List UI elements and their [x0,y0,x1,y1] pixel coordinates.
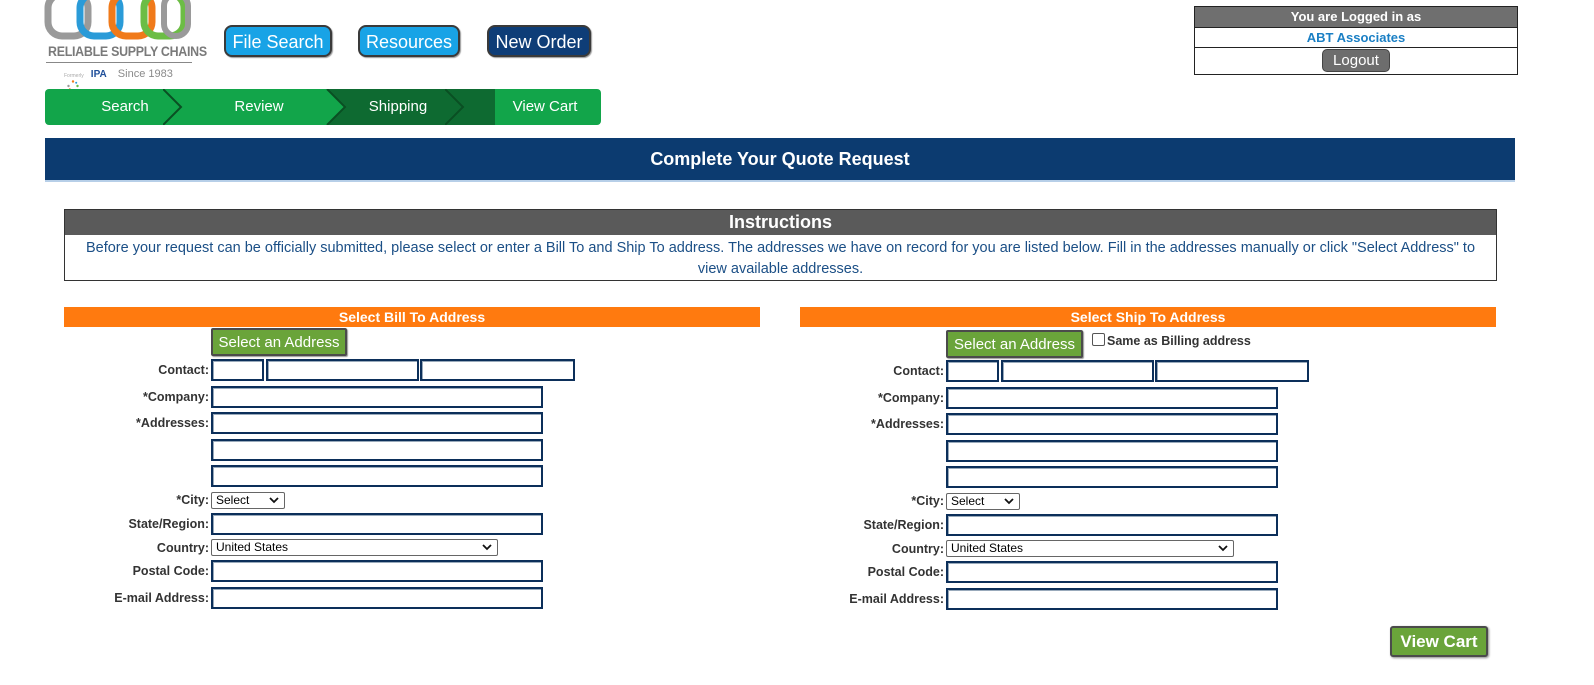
bill-address-line1-input[interactable] [211,412,543,434]
login-header: You are Logged in as [1195,7,1517,27]
step-shipping[interactable]: Shipping [348,89,448,125]
chevron-down-icon [1218,545,1228,552]
step-view-cart[interactable]: View Cart [495,89,595,125]
ship-contact-first-input[interactable] [946,360,999,382]
bill-country-value: United States [216,540,289,554]
login-panel: You are Logged in as ABT Associates Logo… [1194,6,1518,75]
bill-contact-middle-input[interactable] [266,359,419,381]
logo-formerly: Formerly [64,73,84,79]
logged-in-user: ABT Associates [1195,27,1517,48]
ship-contact-last-input[interactable] [1155,360,1309,382]
ship-country-select[interactable]: United States [946,540,1234,557]
bill-contact-label: Contact: [158,363,209,377]
ship-to-section: Select Ship To Address Select an Address… [800,307,1496,610]
bill-company-input[interactable] [211,386,543,408]
bill-country-select[interactable]: United States [211,539,498,556]
bill-address-line3-input[interactable] [211,465,543,487]
bill-email-input[interactable] [211,587,543,609]
ship-addresses-label: *Addresses: [871,417,944,431]
ship-state-input[interactable] [946,514,1278,536]
bill-select-address-button[interactable]: Select an Address [211,328,347,356]
instructions-text: Before your request can be officially su… [85,240,1476,277]
ship-postal-input[interactable] [946,561,1278,583]
bill-company-label: *Company: [143,390,209,404]
bill-state-label: State/Region: [128,517,209,531]
bill-to-header: Select Bill To Address [64,307,760,327]
ship-state-label: State/Region: [863,518,944,532]
instructions-panel: Instructions Before your request can be … [64,209,1497,281]
chevron-down-icon [269,497,279,504]
ship-email-input[interactable] [946,588,1278,610]
logo-name: RELIABLE SUPPLY CHAINS [48,44,207,59]
same-as-billing[interactable]: Same as Billing address [1092,333,1251,348]
ship-postal-label: Postal Code: [867,565,944,579]
ship-city-select[interactable]: Select [946,493,1020,510]
same-as-billing-checkbox[interactable] [1092,333,1105,346]
logout-button[interactable]: Logout [1322,49,1390,72]
bill-city-select[interactable]: Select [211,492,285,509]
ship-contact-label: Contact: [893,364,944,378]
ship-select-address-button[interactable]: Select an Address [946,330,1083,358]
bill-postal-input[interactable] [211,560,543,582]
checkout-steps: Search Review Shipping View Cart [45,89,601,125]
ship-address-line3-input[interactable] [946,466,1278,488]
ship-country-label: Country: [891,542,944,556]
new-order-button[interactable]: New Order [487,25,591,57]
view-cart-button[interactable]: View Cart [1390,626,1488,657]
bill-to-section: Select Bill To Address Select an Address… [64,307,760,609]
step-review[interactable]: Review [209,89,309,125]
ship-company-label: *Company: [878,391,944,405]
ship-address-line2-input[interactable] [946,440,1278,462]
resources-button[interactable]: Resources [358,25,460,57]
bill-country-label: Country: [156,541,209,555]
step-chevron [445,89,465,125]
ship-city-label: *City: [911,494,944,508]
bill-contact-last-input[interactable] [420,359,575,381]
bill-city-value: Select [216,493,250,507]
logo-ipa: IPA [90,69,107,80]
instructions-title: Instructions [65,210,1496,235]
ship-company-input[interactable] [946,387,1278,409]
ship-to-header: Select Ship To Address [800,307,1496,327]
step-search[interactable]: Search [75,89,175,125]
same-as-billing-label: Same as Billing address [1107,334,1251,348]
ship-city-value: Select [951,494,985,508]
chevron-down-icon [482,544,492,551]
bill-state-input[interactable] [211,513,543,535]
file-search-button[interactable]: File Search [224,25,332,57]
bill-address-line2-input[interactable] [211,439,543,461]
company-logo[interactable]: RELIABLE SUPPLY CHAINS Formerly IPA Sinc… [44,0,207,92]
ship-address-line1-input[interactable] [946,413,1278,435]
chain-links-icon [44,0,191,40]
page-title: Complete Your Quote Request [45,138,1515,182]
chevron-down-icon [1004,498,1014,505]
bill-postal-label: Postal Code: [132,564,209,578]
bill-addresses-label: *Addresses: [136,416,209,430]
ship-contact-middle-input[interactable] [1001,360,1154,382]
ship-country-value: United States [951,541,1024,555]
bill-contact-first-input[interactable] [211,359,264,381]
logo-divider [46,62,192,63]
logo-since: Since 1983 [117,68,173,80]
ship-email-label: E-mail Address: [849,592,944,606]
bill-city-label: *City: [176,493,209,507]
bill-email-label: E-mail Address: [114,591,209,605]
